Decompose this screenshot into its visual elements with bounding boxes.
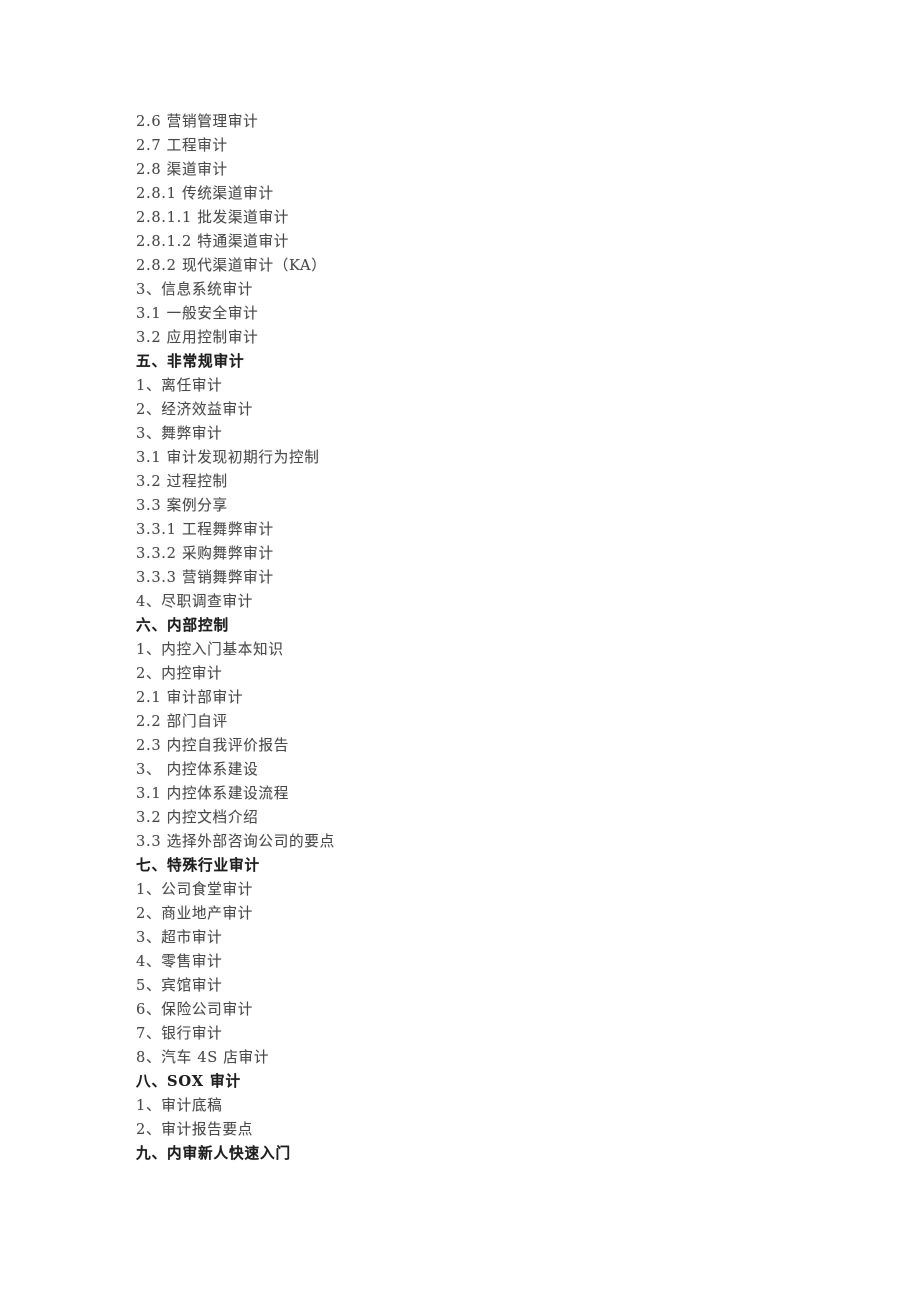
toc-entry: 3、信息系统审计 xyxy=(136,281,254,298)
toc-entry: 6、保险公司审计 xyxy=(136,1001,254,1018)
toc-entry: 3.3.3 营销舞弊审计 xyxy=(136,569,274,586)
toc-entry: 1、内控入门基本知识 xyxy=(136,641,284,658)
toc-entry: 2.8.1.2 特通渠道审计 xyxy=(136,233,290,250)
toc-entry: 1、审计底稿 xyxy=(136,1097,223,1114)
toc-entry: 2.7 工程审计 xyxy=(136,137,228,154)
toc-entry: 2.3 内控自我评价报告 xyxy=(136,737,289,754)
toc-section-heading: 七、特殊行业审计 xyxy=(136,857,260,874)
toc-entry: 2、经济效益审计 xyxy=(136,401,254,418)
toc-entry: 3.3 案例分享 xyxy=(136,497,228,514)
toc-entry: 2.8.1.1 批发渠道审计 xyxy=(136,209,290,226)
toc-entry: 2.6 营销管理审计 xyxy=(136,113,259,130)
toc-entry: 2.2 部门自评 xyxy=(136,713,228,730)
toc-entry: 2、商业地产审计 xyxy=(136,905,254,922)
toc-entry: 3、超市审计 xyxy=(136,929,223,946)
toc-entry: 2、内控审计 xyxy=(136,665,223,682)
toc-entry: 3.1 审计发现初期行为控制 xyxy=(136,449,320,466)
toc-entry: 3.2 过程控制 xyxy=(136,473,228,490)
document-page: 2.6 营销管理审计 2.7 工程审计 2.8 渠道审计 2.8.1 传统渠道审计 2.… xyxy=(0,0,920,1302)
toc-entry: 7、银行审计 xyxy=(136,1025,223,1042)
toc-entry: 3.1 内控体系建设流程 xyxy=(136,785,289,802)
toc-entry: 2.8 渠道审计 xyxy=(136,161,228,178)
toc-entry: 4、零售审计 xyxy=(136,953,223,970)
toc-entry: 5、宾馆审计 xyxy=(136,977,223,994)
toc-entry: 8、汽车 4S 店审计 xyxy=(136,1049,270,1066)
toc-section-heading: 八、SOX 审计 xyxy=(136,1073,241,1090)
toc-section-heading: 九、内审新人快速入门 xyxy=(136,1145,291,1162)
table-of-contents-list: 2.6 营销管理审计 2.7 工程审计 2.8 渠道审计 2.8.1 传统渠道审计 2.… xyxy=(136,110,836,1166)
toc-entry: 2、审计报告要点 xyxy=(136,1121,254,1138)
toc-entry: 3.3 选择外部咨询公司的要点 xyxy=(136,833,335,850)
toc-entry: 3、 内控体系建设 xyxy=(136,761,259,778)
toc-entry: 2.8.1 传统渠道审计 xyxy=(136,185,274,202)
toc-entry: 3.1 一般安全审计 xyxy=(136,305,259,322)
toc-entry: 2.1 审计部审计 xyxy=(136,689,244,706)
toc-entry: 1、公司食堂审计 xyxy=(136,881,254,898)
toc-entry: 3.2 内控文档介绍 xyxy=(136,809,259,826)
toc-entry: 3.3.2 采购舞弊审计 xyxy=(136,545,274,562)
toc-entry: 3、舞弊审计 xyxy=(136,425,223,442)
toc-entry: 3.2 应用控制审计 xyxy=(136,329,259,346)
toc-entry: 1、离任审计 xyxy=(136,377,223,394)
toc-entry: 3.3.1 工程舞弊审计 xyxy=(136,521,274,538)
toc-section-heading: 六、内部控制 xyxy=(136,617,229,634)
toc-entry: 4、尽职调查审计 xyxy=(136,593,254,610)
toc-section-heading: 五、非常规审计 xyxy=(136,353,245,370)
toc-entry: 2.8.2 现代渠道审计（KA） xyxy=(136,257,327,274)
